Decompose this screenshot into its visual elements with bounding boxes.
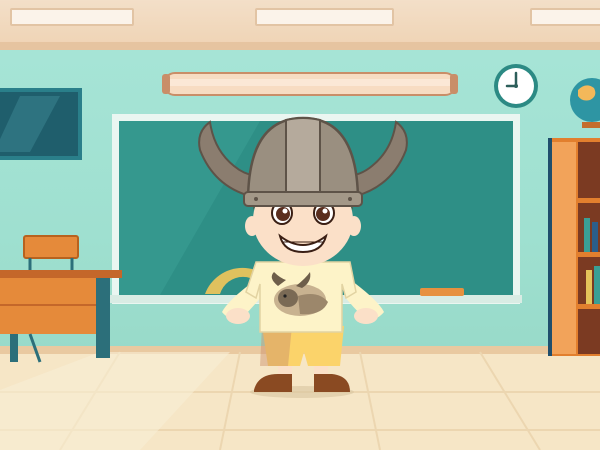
- bookcase: [548, 138, 600, 356]
- wall-tv: [0, 88, 82, 160]
- wall-clock: [494, 64, 538, 108]
- teacher-desk: [0, 235, 122, 363]
- floor-light-reflection: [0, 352, 230, 450]
- game-stage[interactable]: [0, 0, 600, 450]
- globe: [570, 78, 600, 128]
- classroom-scene: [0, 64, 600, 450]
- projector-screen-roll: [162, 72, 458, 96]
